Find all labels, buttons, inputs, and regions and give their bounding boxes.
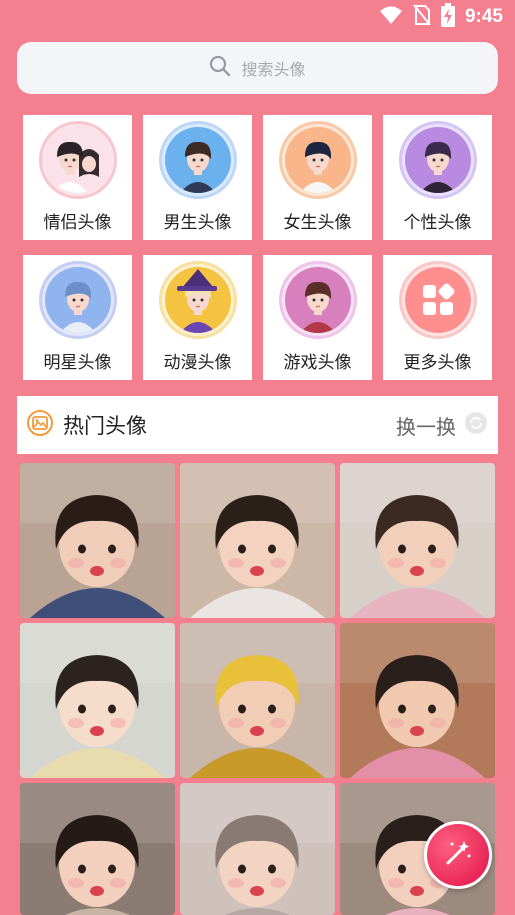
status-time: 9:45	[464, 6, 503, 27]
child-photo-image	[20, 783, 175, 915]
couple-avatar-icon	[38, 121, 117, 199]
child-photo-image	[180, 463, 335, 618]
category-stars[interactable]: 明星头像	[23, 255, 132, 380]
hot-avatars-header: 热门头像 换一换	[17, 396, 498, 454]
magic-wand-button[interactable]	[424, 821, 492, 889]
wifi-icon	[379, 5, 403, 29]
anime-avatar-icon	[158, 261, 237, 339]
category-label: 动漫头像	[163, 353, 232, 373]
category-personality[interactable]: 个性头像	[383, 115, 492, 240]
avatar-thumbnail[interactable]	[20, 623, 175, 778]
child-photo-image	[340, 623, 495, 778]
refresh-label: 换一换	[396, 414, 456, 439]
more-avatars-icon	[398, 261, 477, 339]
category-girls[interactable]: 女生头像	[263, 115, 372, 240]
star-avatar-icon	[38, 261, 117, 339]
refresh-button[interactable]: 换一换	[396, 411, 488, 440]
category-couple[interactable]: 情侣头像	[23, 115, 132, 240]
child-photo-image	[20, 463, 175, 618]
avatar-thumbnail[interactable]	[180, 463, 335, 618]
category-boys[interactable]: 男生头像	[143, 115, 252, 240]
magic-wand-icon	[443, 838, 473, 872]
no-sim-icon	[413, 4, 431, 30]
photo-icon	[27, 410, 53, 440]
category-game[interactable]: 游戏头像	[263, 255, 372, 380]
search-icon	[209, 55, 231, 81]
category-label: 游戏头像	[283, 353, 352, 373]
search-bar[interactable]: 搜索头像	[17, 42, 498, 94]
child-photo-image	[20, 623, 175, 778]
category-label: 更多头像	[403, 353, 472, 373]
child-photo-image	[340, 463, 495, 618]
status-bar: 9:45	[0, 0, 515, 34]
category-more[interactable]: 更多头像	[383, 255, 492, 380]
personality-avatar-icon	[398, 121, 477, 199]
search-placeholder: 搜索头像	[241, 60, 306, 79]
avatar-thumbnail[interactable]	[180, 623, 335, 778]
avatar-thumbnail[interactable]	[20, 783, 175, 915]
category-label: 女生头像	[283, 213, 352, 233]
avatar-thumbnail[interactable]	[340, 623, 495, 778]
avatar-thumbnail[interactable]	[20, 463, 175, 618]
category-label: 男生头像	[163, 213, 232, 233]
refresh-icon	[464, 411, 488, 440]
category-label: 明星头像	[43, 353, 112, 373]
category-label: 情侣头像	[43, 213, 112, 233]
child-photo-image	[180, 783, 335, 915]
category-label: 个性头像	[403, 213, 472, 233]
avatar-thumbnail[interactable]	[340, 463, 495, 618]
battery-charging-icon	[440, 3, 455, 31]
boy-avatar-icon	[158, 121, 237, 199]
game-avatar-icon	[278, 261, 357, 339]
avatar-thumbnail[interactable]	[180, 783, 335, 915]
category-anime[interactable]: 动漫头像	[143, 255, 252, 380]
girl-avatar-icon	[278, 121, 357, 199]
child-photo-image	[180, 623, 335, 778]
hot-title: 热门头像	[63, 414, 147, 438]
